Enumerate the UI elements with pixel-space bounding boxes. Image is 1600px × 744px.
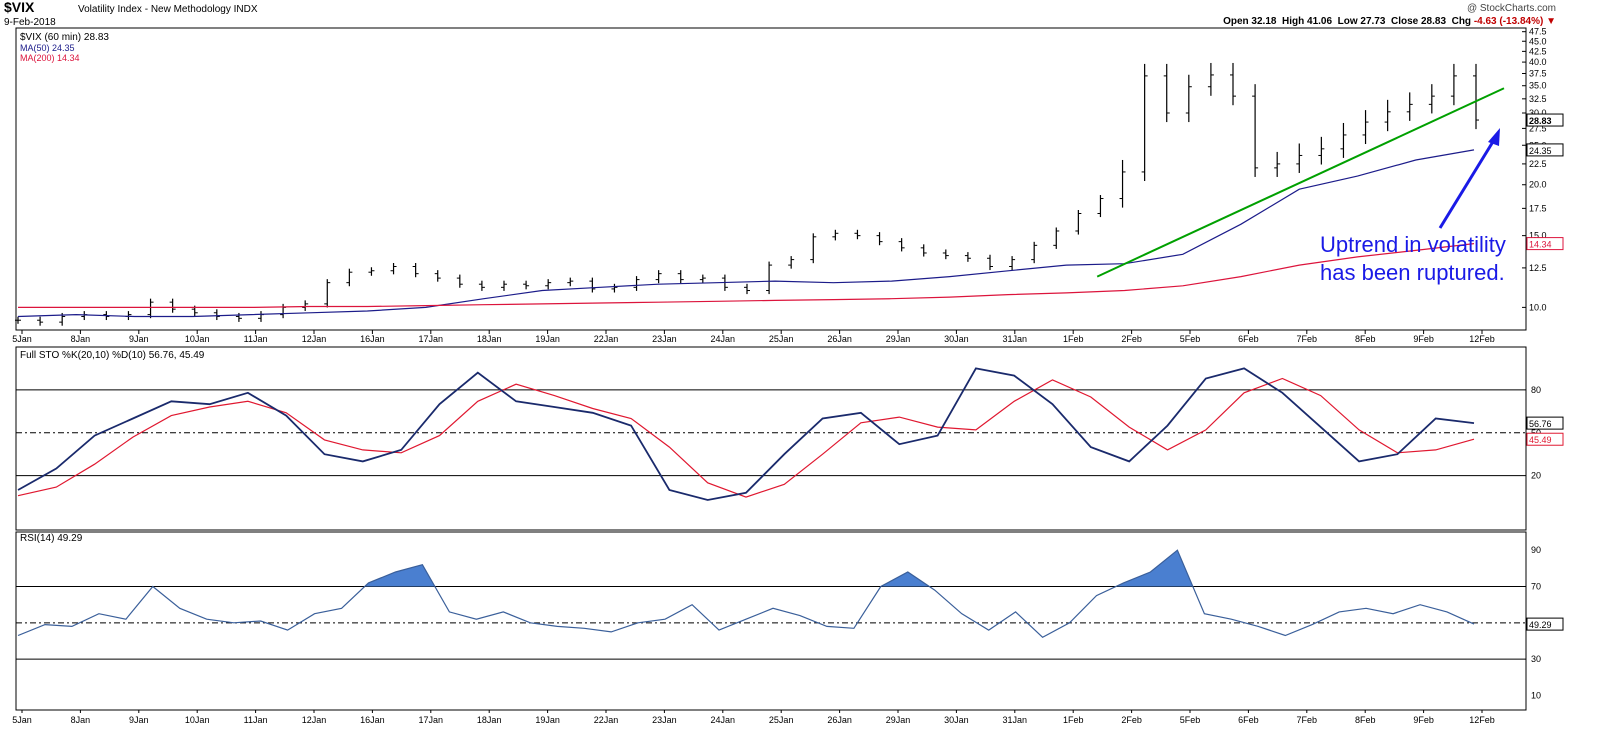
price-ytick-label: 12.5	[1529, 263, 1547, 273]
date-tick-label: 19Jan	[535, 715, 560, 725]
date-tick-label: 12Feb	[1469, 715, 1495, 725]
date-tick-label: 23Jan	[652, 715, 677, 725]
date-tick-label: 2Feb	[1121, 715, 1142, 725]
price-legend: $VIX (60 min) 28.83	[20, 32, 109, 43]
annotation-arrow	[1438, 139, 1496, 229]
rsi-ytick-label: 10	[1531, 690, 1541, 700]
sto-ytick-label: 20	[1531, 471, 1541, 481]
date-tick-label: 26Jan	[827, 334, 852, 344]
date-tick-label: 9Feb	[1413, 334, 1434, 344]
price-ytick-label: 47.5	[1529, 27, 1547, 37]
date-tick-label: 11Jan	[244, 715, 268, 725]
date-tick-label: 26Jan	[827, 715, 852, 725]
sto-legend: Full STO %K(20,10) %D(10) 56.76, 45.49	[20, 350, 205, 361]
ma200-line	[18, 243, 1475, 308]
ma50-value-label: 24.35	[1529, 146, 1552, 156]
date-tick-label: 29Jan	[886, 715, 911, 725]
chart-svg: 5Jan 8Jan 9Jan 10Jan 11Jan 12Jan 16Jan 17Jan 18J…	[12, 27, 1564, 725]
close-value-label: 28.83	[1529, 116, 1552, 126]
sto-d-value-label: 45.49	[1529, 435, 1552, 445]
date-tick-label: 25Jan	[769, 334, 794, 344]
date-tick-label: 9Jan	[129, 715, 149, 725]
panel-frame-2	[15, 531, 1527, 711]
rsi-overbought-fill	[364, 550, 1193, 587]
price-ytick-label: 45.0	[1529, 36, 1547, 46]
rsi-legend: RSI(14) 49.29	[20, 533, 83, 544]
rsi-value-label: 49.29	[1529, 620, 1552, 630]
date-tick-label: 5Jan	[12, 334, 32, 344]
ma200-legend: MA(200) 14.34	[20, 53, 80, 63]
date-tick-label: 1Feb	[1063, 334, 1084, 344]
date-tick-label: 10Jan	[185, 715, 210, 725]
date-tick-label: 10Jan	[185, 334, 210, 344]
date-tick-label: 8Feb	[1355, 334, 1376, 344]
price-ytick-label: 17.5	[1529, 203, 1547, 213]
date-tick-label: 7Feb	[1297, 334, 1318, 344]
chart-root: $VIX Volatility Index - New Methodology …	[0, 0, 1600, 744]
panel-frame-0	[15, 27, 1527, 331]
date-tick-label: 8Jan	[71, 715, 91, 725]
date-tick-label: 24Jan	[711, 715, 736, 725]
date-tick-label: 31Jan	[1003, 715, 1028, 725]
rsi-ytick-label: 90	[1531, 545, 1541, 555]
date-tick-label: 5Feb	[1180, 715, 1201, 725]
date-tick-label: 31Jan	[1003, 334, 1028, 344]
date-tick-label: 12Feb	[1469, 334, 1495, 344]
price-ytick-label: 32.5	[1529, 94, 1547, 104]
price-ytick-label: 37.5	[1529, 69, 1547, 79]
date-tick-label: 17Jan	[419, 715, 444, 725]
price-ytick-label: 10.0	[1529, 302, 1547, 312]
price-ytick-label: 42.5	[1529, 46, 1547, 56]
date-tick-label: 30Jan	[944, 715, 969, 725]
ma50-legend: MA(50) 24.35	[20, 43, 75, 53]
date-tick-label: 5Feb	[1180, 334, 1201, 344]
date-tick-label: 9Jan	[129, 334, 149, 344]
date-tick-label: 9Feb	[1413, 715, 1434, 725]
date-tick-label: 17Jan	[419, 334, 444, 344]
date-tick-label: 16Jan	[360, 715, 385, 725]
date-tick-label: 6Feb	[1238, 334, 1259, 344]
date-tick-label: 22Jan	[594, 334, 619, 344]
date-tick-label: 18Jan	[477, 334, 502, 344]
date-tick-label: 6Feb	[1238, 715, 1259, 725]
date-tick-label: 19Jan	[535, 334, 560, 344]
sto-k-value-label: 56.76	[1529, 419, 1552, 429]
date-tick-label: 8Jan	[71, 334, 91, 344]
date-tick-label: 29Jan	[886, 334, 911, 344]
date-tick-label: 25Jan	[769, 715, 794, 725]
date-tick-label: 24Jan	[711, 334, 736, 344]
price-ytick-label: 20.0	[1529, 180, 1547, 190]
date-tick-label: 7Feb	[1297, 715, 1318, 725]
date-tick-label: 2Feb	[1121, 334, 1142, 344]
date-tick-label: 1Feb	[1063, 715, 1084, 725]
date-tick-label: 22Jan	[594, 715, 619, 725]
rsi-ytick-label: 30	[1531, 654, 1541, 664]
sto-ytick-label: 80	[1531, 385, 1541, 395]
date-tick-label: 30Jan	[944, 334, 969, 344]
ma200-value-label: 14.34	[1529, 240, 1552, 250]
date-tick-label: 12Jan	[302, 334, 327, 344]
date-tick-label: 18Jan	[477, 715, 502, 725]
annotation-text-line: has been ruptured.	[1320, 260, 1505, 285]
date-tick-label: 11Jan	[244, 334, 268, 344]
price-ytick-label: 35.0	[1529, 81, 1547, 91]
date-tick-label: 5Jan	[12, 715, 32, 725]
date-tick-label: 23Jan	[652, 334, 677, 344]
date-tick-label: 8Feb	[1355, 715, 1376, 725]
rsi-line	[17, 549, 1475, 639]
annotation-text-line: Uptrend in volatility	[1320, 232, 1506, 257]
rsi-ytick-label: 70	[1531, 581, 1541, 591]
date-tick-label: 12Jan	[302, 715, 327, 725]
panel-frame-1	[15, 346, 1527, 531]
price-ytick-label: 40.0	[1529, 57, 1547, 67]
date-tick-label: 16Jan	[360, 334, 385, 344]
annotation-arrowhead	[1488, 128, 1500, 146]
price-ytick-label: 22.5	[1529, 159, 1547, 169]
